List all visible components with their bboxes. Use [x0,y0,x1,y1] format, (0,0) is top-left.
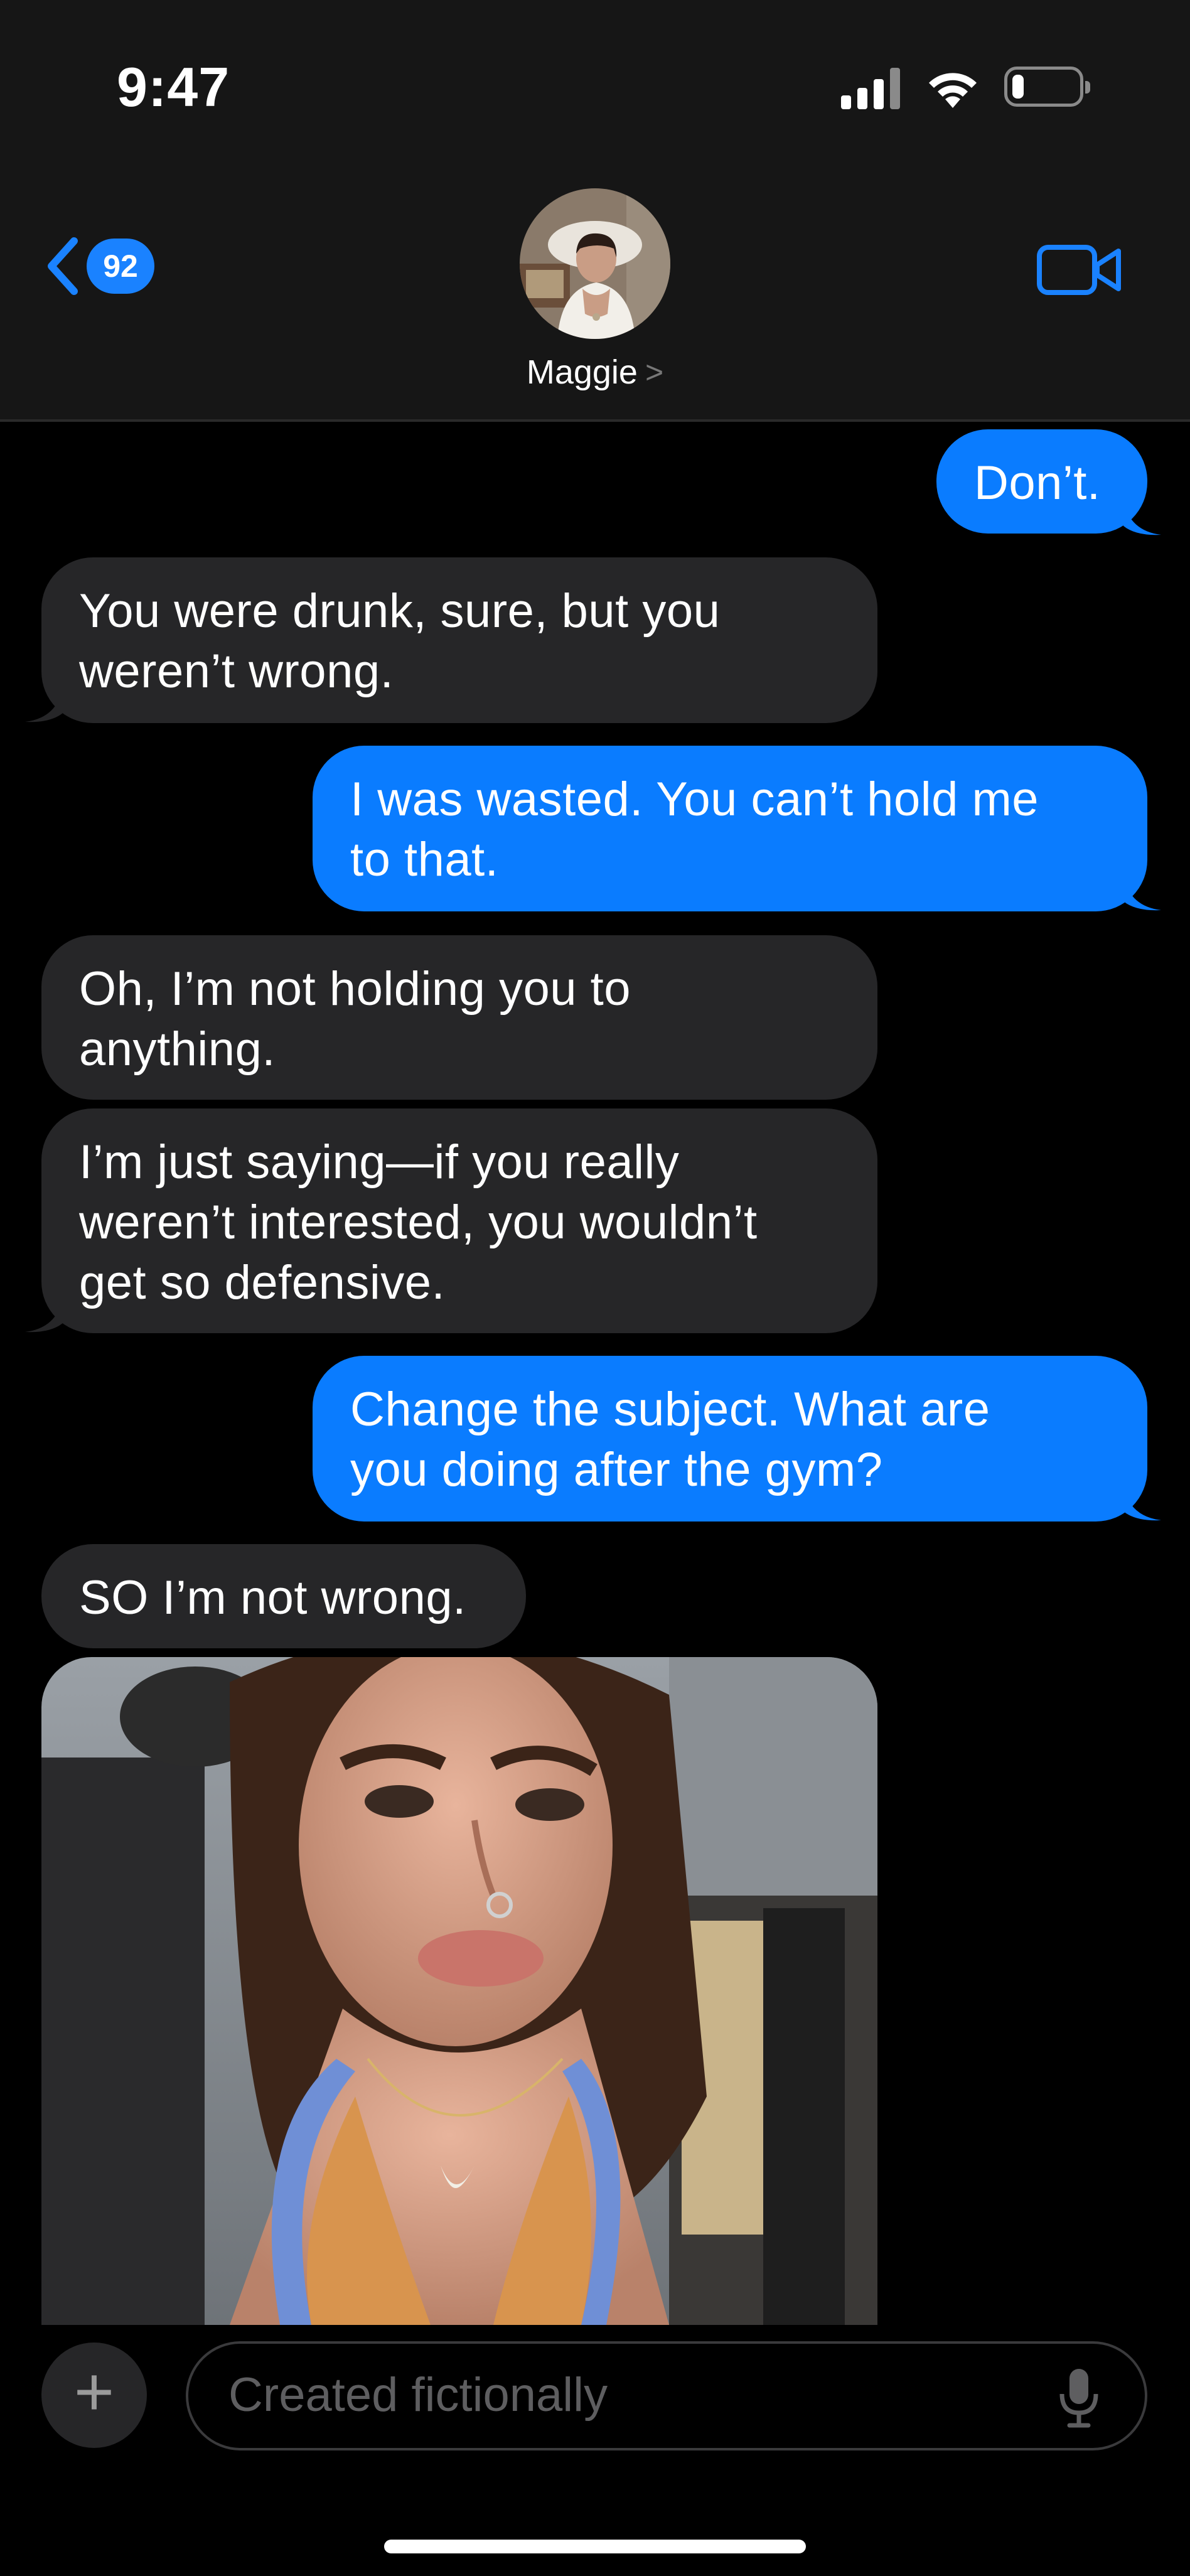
outgoing-message[interactable]: I was wasted. You can’t hold me to that. [313,746,1147,911]
outgoing-message[interactable]: Change the subject. What are you doing a… [313,1356,1147,1521]
microphone-icon[interactable] [1057,2366,1101,2429]
status-time: 9:47 [117,56,230,118]
incoming-message[interactable]: I’m just saying—if you really weren’t in… [41,1108,877,1333]
add-attachment-button[interactable]: + [41,2343,147,2448]
back-button[interactable]: 92 [44,228,182,304]
contact-name-row[interactable]: Maggie > [0,353,1190,392]
battery-icon [1004,67,1090,107]
bubble-tail [1123,876,1161,911]
incoming-message[interactable]: You were drunk, sure, but you weren’t wr… [41,557,877,723]
incoming-message[interactable]: SO I’m not wrong. [41,1544,526,1648]
contact-avatar[interactable] [520,188,670,339]
photo-image [41,1657,877,2325]
cellular-signal-icon [841,68,904,109]
bubble-tail [25,1298,63,1333]
video-camera-icon[interactable] [1036,239,1123,301]
bubble-tail [1123,501,1161,535]
wifi-icon [929,73,977,108]
unread-count-badge: 92 [87,239,154,294]
incoming-message[interactable]: Oh, I’m not holding you to anything. [41,935,877,1100]
chevron-right-icon: > [645,355,664,390]
message-input[interactable]: Created fictionally [186,2341,1147,2450]
battery-level [1012,75,1024,99]
avatar-image [520,188,670,339]
bubble-tail [25,688,63,722]
conversation-header: 92 Maggie > [0,163,1190,422]
bubble-tail [1123,1486,1161,1521]
status-bar: 9:47 [0,0,1190,163]
home-indicator[interactable] [384,2540,806,2553]
message-input-placeholder: Created fictionally [228,2368,608,2422]
contact-name: Maggie [526,353,638,391]
plus-icon: + [73,2353,115,2430]
chevron-left-icon [48,237,78,295]
photo-message[interactable] [41,1657,877,2325]
outgoing-message[interactable]: Don’t. [936,429,1147,534]
